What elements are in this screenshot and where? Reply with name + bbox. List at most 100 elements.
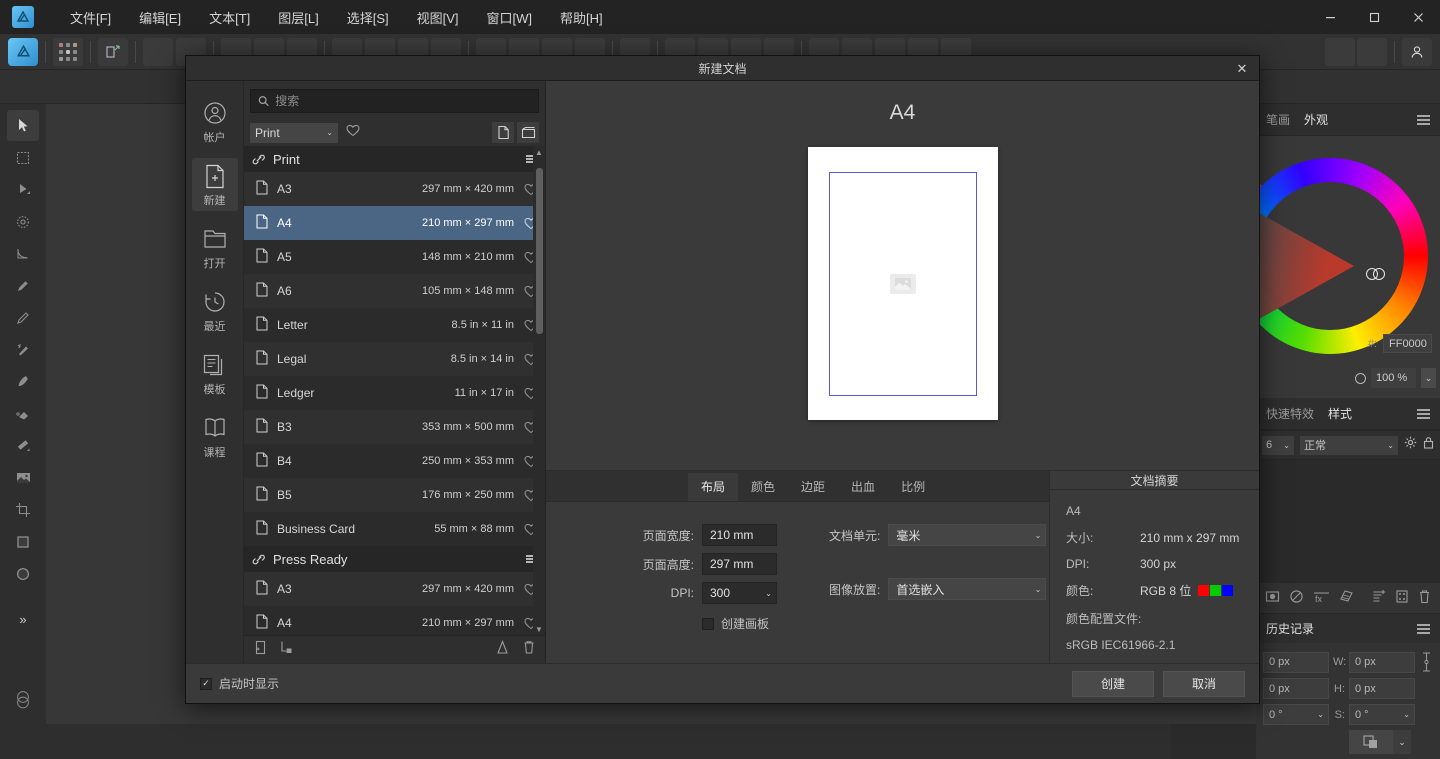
tab-stroke[interactable]: 笔画	[1266, 111, 1290, 128]
tab-history[interactable]: 历史记录	[1266, 620, 1314, 637]
transform-y-input[interactable]: 0 px	[1263, 678, 1329, 699]
preset-row-b5[interactable]: B5 176 mm × 250 mm	[244, 478, 545, 512]
transform-w-input[interactable]: 0 px	[1349, 651, 1415, 673]
link-dimensions-icon[interactable]	[1419, 651, 1433, 673]
preset-row-business-card[interactable]: Business Card 55 mm × 88 mm	[244, 512, 545, 546]
category-select[interactable]: Print ⌄	[250, 122, 338, 143]
rectangle-tool-icon[interactable]	[7, 526, 39, 557]
image-tool-icon[interactable]	[7, 462, 39, 493]
ellipse-tool-icon[interactable]	[7, 558, 39, 589]
layer-effects-icon[interactable]	[1339, 589, 1354, 607]
tab-color[interactable]: 颜色	[738, 473, 788, 501]
paint-brush-tool-icon[interactable]	[7, 366, 39, 397]
preset-row-legal[interactable]: Legal 8.5 in × 14 in	[244, 342, 545, 376]
favorite-filter-icon[interactable]	[346, 124, 360, 142]
persona-export-icon[interactable]	[98, 37, 128, 66]
preset-row-ledger[interactable]: Ledger 11 in × 17 in	[244, 376, 545, 410]
show-on-startup-checkbox[interactable]: ✓	[200, 677, 212, 690]
scrollbar-thumb[interactable]	[536, 168, 543, 334]
layer-opacity-select[interactable]: 6 ⌄	[1262, 435, 1294, 455]
add-preset-icon[interactable]	[254, 640, 267, 660]
maximize-button[interactable]	[1352, 0, 1396, 34]
corner-tool-icon[interactable]	[7, 206, 39, 237]
preset-row-a3[interactable]: A3 297 mm × 420 mm	[244, 172, 545, 206]
blend-mode-select[interactable]: 正常 ⌄	[1300, 435, 1398, 455]
pencil-tool-icon[interactable]	[7, 302, 39, 333]
menu-file[interactable]: 文件[F]	[56, 4, 125, 31]
scroll-down-arrow-icon[interactable]: ▼	[533, 623, 545, 635]
transform-h-input[interactable]: 0 px	[1349, 678, 1415, 699]
preset-row-b3[interactable]: B3 353 mm × 500 mm	[244, 410, 545, 444]
anchor-point-button[interactable]	[1349, 730, 1393, 754]
panel-menu-icon[interactable]	[1417, 114, 1430, 125]
artboard-tool-icon[interactable]	[7, 142, 39, 173]
group-header-print[interactable]: Print	[244, 146, 545, 172]
persona-designer-icon[interactable]	[8, 37, 38, 66]
hex-input[interactable]: FF0000	[1383, 334, 1432, 353]
field-create-artboard[interactable]: 创建画板	[622, 615, 780, 632]
create-button[interactable]: 创建	[1072, 670, 1154, 697]
document-unit-select[interactable]: 毫米 ⌄	[888, 524, 1047, 546]
gradient-tool-icon[interactable]	[7, 430, 39, 461]
menu-text[interactable]: 文本[T]	[195, 4, 264, 31]
tab-layout[interactable]: 布局	[688, 473, 739, 501]
image-placement-select[interactable]: 首选嵌入 ⌄	[888, 578, 1047, 600]
sidebar-item-templates[interactable]: 模板	[192, 347, 238, 400]
pen-tool-icon[interactable]	[7, 270, 39, 301]
menu-select[interactable]: 选择[S]	[333, 4, 403, 31]
menu-help[interactable]: 帮助[H]	[546, 4, 617, 31]
search-input[interactable]	[275, 94, 531, 108]
tab-scale[interactable]: 比例	[888, 473, 938, 501]
preset-row-a5[interactable]: A5 148 mm × 210 mm	[244, 240, 545, 274]
mask-layer-icon[interactable]	[1265, 589, 1280, 607]
panel-menu-icon[interactable]	[1417, 408, 1430, 419]
color-swatches-icon[interactable]	[7, 684, 39, 715]
sidebar-item-recent[interactable]: 最近	[192, 284, 238, 337]
tab-appearance[interactable]: 外观	[1304, 111, 1328, 128]
tab-quick-effects[interactable]: 快速特效	[1266, 405, 1314, 422]
crop-tool-icon[interactable]	[7, 494, 39, 525]
group-header-press-ready[interactable]: Press Ready	[244, 546, 545, 572]
toolbar-button[interactable]	[1325, 37, 1355, 66]
dialog-close-button[interactable]: ✕	[1231, 56, 1253, 81]
node-tool-icon[interactable]	[7, 174, 39, 205]
preset-row-letter[interactable]: Letter 8.5 in × 11 in	[244, 308, 545, 342]
menu-view[interactable]: 视图[V]	[403, 4, 473, 31]
transform-rotation-input[interactable]: 0 ° ⌄	[1263, 704, 1329, 725]
preset-row-press-a3[interactable]: A3 297 mm × 420 mm	[244, 572, 545, 606]
opacity-dropdown-icon[interactable]: ⌄	[1421, 368, 1436, 388]
minimize-button[interactable]	[1308, 0, 1352, 34]
persona-pixel-icon[interactable]	[53, 37, 83, 66]
page-width-input[interactable]: 210 mm	[702, 524, 777, 546]
sidebar-item-new[interactable]: 新建	[191, 158, 238, 211]
tab-margins[interactable]: 边距	[788, 473, 838, 501]
panel-menu-icon[interactable]	[1417, 623, 1430, 634]
move-tool-icon[interactable]	[7, 110, 39, 141]
add-layer-icon[interactable]	[1372, 589, 1386, 607]
delete-layer-icon[interactable]	[1418, 589, 1431, 607]
create-artboard-checkbox[interactable]	[702, 617, 714, 630]
layers-list[interactable]	[1256, 460, 1440, 583]
cancel-button[interactable]: 取消	[1163, 670, 1245, 697]
list-view-icon[interactable]	[492, 122, 514, 143]
reset-preset-icon[interactable]	[496, 639, 509, 660]
menu-window[interactable]: 窗口[W]	[473, 4, 547, 31]
close-window-button[interactable]	[1396, 0, 1440, 34]
preset-row-a6[interactable]: A6 105 mm × 148 mm	[244, 274, 545, 308]
color-wheel-handle[interactable]	[1366, 268, 1386, 280]
sidebar-item-open[interactable]: 打开	[192, 221, 238, 274]
dpi-select[interactable]: 300 ⌄	[702, 582, 777, 604]
toolbar-button[interactable]	[1357, 37, 1387, 66]
scroll-up-arrow-icon[interactable]: ▲	[533, 146, 545, 158]
preset-row-a4[interactable]: A4 210 mm × 297 mm	[244, 206, 545, 240]
vector-brush-tool-icon[interactable]	[7, 334, 39, 365]
curve-tool-icon[interactable]	[7, 238, 39, 269]
delete-preset-icon[interactable]	[523, 640, 535, 660]
mask-icon[interactable]	[1395, 589, 1409, 607]
grid-view-icon[interactable]	[517, 122, 539, 143]
menu-layer[interactable]: 图层[L]	[264, 4, 332, 31]
menu-edit[interactable]: 编辑[E]	[125, 4, 195, 31]
preset-row-press-a4[interactable]: A4 210 mm × 297 mm	[244, 606, 545, 635]
sidebar-item-courses[interactable]: 课程	[192, 410, 238, 463]
account-avatar-icon[interactable]	[1402, 37, 1432, 66]
